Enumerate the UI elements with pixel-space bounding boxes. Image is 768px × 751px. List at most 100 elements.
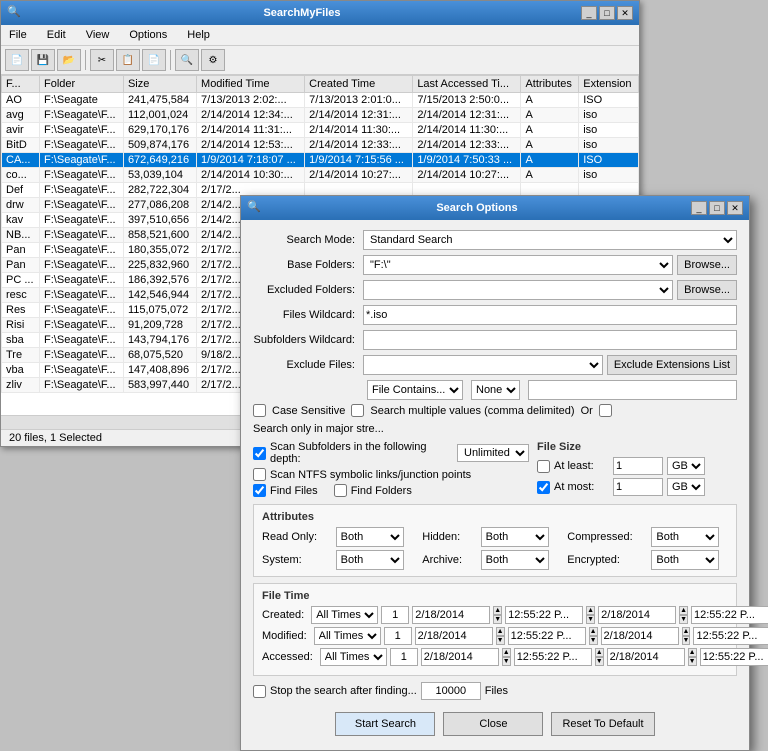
menu-view[interactable]: View (82, 27, 114, 43)
exclude-extensions-btn[interactable]: Exclude Extensions List (607, 355, 737, 375)
at-least-unit-select[interactable]: GB (667, 457, 705, 475)
modified-date1-input[interactable] (415, 627, 493, 645)
system-select[interactable]: Both (336, 550, 404, 570)
accessed-num-input[interactable] (390, 648, 418, 666)
file-contains-value-select[interactable]: None (471, 380, 520, 400)
menu-file[interactable]: File (5, 27, 31, 43)
table-row[interactable]: co... F:\Seagate\F... 53,039,104 2/14/20… (2, 168, 639, 183)
case-sensitive-checkbox[interactable] (253, 404, 266, 417)
col-folder[interactable]: Folder (40, 76, 124, 93)
col-size[interactable]: Size (123, 76, 196, 93)
subfolders-wildcard-input[interactable] (363, 330, 737, 350)
created-date1-up-btn[interactable]: ▲ (493, 606, 502, 615)
modified-time2-input[interactable] (693, 627, 768, 645)
toolbar-btn-1[interactable]: 📄 (5, 49, 29, 71)
toolbar-btn-5[interactable]: 📋 (116, 49, 140, 71)
modified-date1-down-btn[interactable]: ▼ (496, 636, 505, 645)
stop-after-checkbox[interactable] (253, 685, 266, 698)
start-search-button[interactable]: Start Search (335, 712, 435, 736)
scan-ntfs-checkbox[interactable] (253, 468, 266, 481)
created-date1-down-btn[interactable]: ▼ (493, 615, 502, 624)
modified-filter-select[interactable]: All Times (314, 627, 381, 645)
created-date1-input[interactable] (412, 606, 490, 624)
menu-edit[interactable]: Edit (43, 27, 70, 43)
base-folders-browse-btn[interactable]: Browse... (677, 255, 737, 275)
accessed-filter-select[interactable]: All Times (320, 648, 387, 666)
created-time1-up-btn[interactable]: ▲ (586, 606, 595, 615)
excluded-folders-select[interactable] (363, 280, 673, 300)
col-extension[interactable]: Extension (579, 76, 639, 93)
menu-help[interactable]: Help (183, 27, 214, 43)
encrypted-select[interactable]: Both (651, 550, 719, 570)
col-created[interactable]: Created Time (305, 76, 413, 93)
created-date2-input[interactable] (598, 606, 676, 624)
modified-time1-down-btn[interactable]: ▼ (589, 636, 598, 645)
accessed-date1-input[interactable] (421, 648, 499, 666)
col-attributes[interactable]: Attributes (521, 76, 579, 93)
accessed-time1-up-btn[interactable]: ▲ (595, 648, 604, 657)
table-row[interactable]: AO F:\Seagate 241,475,584 7/13/2013 2:02… (2, 93, 639, 108)
table-row[interactable]: avg F:\Seagate\F... 112,001,024 2/14/201… (2, 108, 639, 123)
accessed-date2-input[interactable] (607, 648, 685, 666)
find-files-checkbox[interactable] (253, 484, 266, 497)
modified-date2-up-btn[interactable]: ▲ (682, 627, 691, 636)
accessed-date1-down-btn[interactable]: ▼ (502, 657, 511, 666)
created-filter-select[interactable]: All Times (311, 606, 378, 624)
maximize-button[interactable]: □ (599, 6, 615, 20)
modified-num-input[interactable] (384, 627, 412, 645)
toolbar-btn-6[interactable]: 📄 (142, 49, 166, 71)
modified-date2-down-btn[interactable]: ▼ (682, 636, 691, 645)
search-multiple-checkbox[interactable] (351, 404, 364, 417)
modified-time1-input[interactable] (508, 627, 586, 645)
dialog-close-btn[interactable]: ✕ (727, 201, 743, 215)
accessed-time2-input[interactable] (700, 648, 768, 666)
table-row[interactable]: avir F:\Seagate\F... 629,170,176 2/14/20… (2, 123, 639, 138)
accessed-time1-down-btn[interactable]: ▼ (595, 657, 604, 666)
toolbar-btn-7[interactable]: 🔍 (175, 49, 199, 71)
table-row[interactable]: BitD F:\Seagate\F... 509,874,176 2/14/20… (2, 138, 639, 153)
exclude-files-select[interactable] (363, 355, 603, 375)
file-contains-input[interactable] (528, 380, 737, 400)
at-least-value-input[interactable] (613, 457, 663, 475)
created-time1-down-btn[interactable]: ▼ (586, 615, 595, 624)
at-most-unit-select[interactable]: GB (667, 478, 705, 496)
at-most-value-input[interactable] (613, 478, 663, 496)
stop-after-count-input[interactable] (421, 682, 481, 700)
created-date2-down-btn[interactable]: ▼ (679, 615, 688, 624)
accessed-date2-down-btn[interactable]: ▼ (688, 657, 697, 666)
col-accessed[interactable]: Last Accessed Ti... (413, 76, 521, 93)
file-contains-type-select[interactable]: File Contains... (367, 380, 463, 400)
created-num-input[interactable] (381, 606, 409, 624)
compressed-select[interactable]: Both (651, 527, 719, 547)
at-least-checkbox[interactable] (537, 460, 550, 473)
accessed-date2-up-btn[interactable]: ▲ (688, 648, 697, 657)
read-only-select[interactable]: Both (336, 527, 404, 547)
close-button[interactable]: ✕ (617, 6, 633, 20)
created-time1-input[interactable] (505, 606, 583, 624)
minimize-button[interactable]: _ (581, 6, 597, 20)
created-time2-input[interactable] (691, 606, 768, 624)
base-folders-select[interactable]: "F:\" (363, 255, 673, 275)
dialog-minimize-btn[interactable]: _ (691, 201, 707, 215)
archive-select[interactable]: Both (481, 550, 549, 570)
col-filename[interactable]: F... (2, 76, 40, 93)
scan-subfolders-checkbox[interactable] (253, 447, 266, 460)
modified-date1-up-btn[interactable]: ▲ (496, 627, 505, 636)
close-button[interactable]: Close (443, 712, 543, 736)
at-most-checkbox[interactable] (537, 481, 550, 494)
find-folders-checkbox[interactable] (334, 484, 347, 497)
accessed-date1-up-btn[interactable]: ▲ (502, 648, 511, 657)
toolbar-btn-4[interactable]: ✂ (90, 49, 114, 71)
search-major-checkbox[interactable] (599, 404, 612, 417)
modified-date2-input[interactable] (601, 627, 679, 645)
dialog-maximize-btn[interactable]: □ (709, 201, 725, 215)
created-date2-up-btn[interactable]: ▲ (679, 606, 688, 615)
search-mode-select[interactable]: Standard Search (363, 230, 737, 250)
toolbar-btn-8[interactable]: ⚙ (201, 49, 225, 71)
hidden-select[interactable]: Both (481, 527, 549, 547)
toolbar-btn-3[interactable]: 📂 (57, 49, 81, 71)
col-modified[interactable]: Modified Time (197, 76, 305, 93)
files-wildcard-input[interactable] (363, 305, 737, 325)
menu-options[interactable]: Options (125, 27, 171, 43)
reset-to-default-button[interactable]: Reset To Default (551, 712, 654, 736)
